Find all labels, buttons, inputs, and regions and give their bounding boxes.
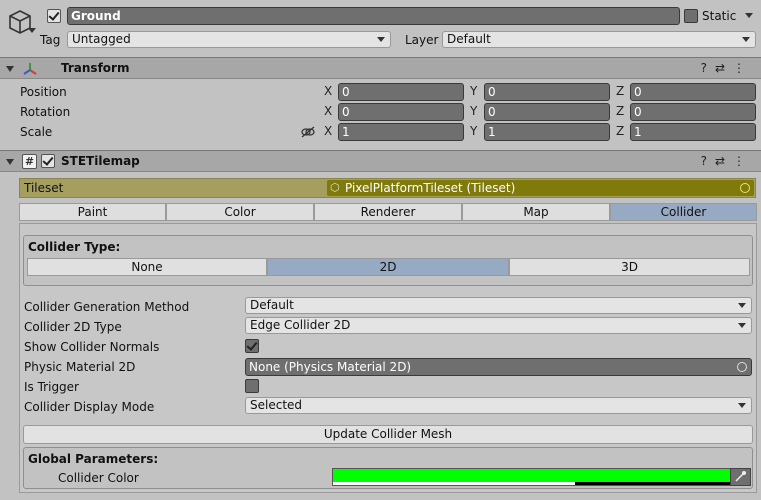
axis-z-label: Z [616, 84, 625, 98]
foldout-arrow-icon[interactable] [6, 66, 14, 72]
rotation-z-field[interactable]: 0 [630, 103, 756, 121]
tab-renderer[interactable]: Renderer [314, 203, 462, 221]
static-toggle[interactable] [684, 9, 698, 23]
layer-dropdown[interactable]: Default [442, 31, 756, 48]
help-icon[interactable]: ? [701, 61, 715, 75]
tab-color[interactable]: Color [166, 203, 314, 221]
position-x-field[interactable]: 0 [338, 83, 464, 101]
axis-x-label: X [324, 124, 333, 138]
alpha-bar-fill [333, 482, 575, 485]
help-icon[interactable]: ? [701, 154, 715, 168]
is-trigger-checkbox[interactable] [245, 379, 259, 393]
collider-color-label: Collider Color [58, 471, 139, 485]
collider-color-field[interactable] [332, 468, 751, 486]
transform-icon [23, 63, 37, 75]
axis-y-label: Y [470, 124, 478, 138]
position-z-field[interactable]: 0 [630, 83, 756, 101]
transform-header[interactable]: Transform ?⇄⋮ [0, 57, 761, 79]
collider-2d-type-label: Collider 2D Type [24, 320, 122, 334]
display-mode-label: Collider Display Mode [24, 400, 155, 414]
rotation-y-field[interactable]: 0 [484, 103, 610, 121]
object-name-field[interactable]: Ground [67, 7, 680, 25]
tileset-object-icon: ⬡ [330, 181, 340, 194]
display-mode-value: Selected [250, 398, 303, 412]
tab-collider[interactable]: Collider [610, 203, 757, 221]
collider-2d-type-dropdown[interactable]: Edge Collider 2D [245, 317, 752, 334]
position-label: Position [20, 85, 67, 99]
show-normals-label: Show Collider Normals [24, 340, 160, 354]
generation-method-label: Collider Generation Method [24, 300, 190, 314]
tab-paint[interactable]: Paint [19, 203, 166, 221]
rotation-label: Rotation [20, 105, 71, 119]
object-active-toggle[interactable] [47, 9, 61, 23]
chevron-down-icon[interactable] [28, 28, 36, 33]
tag-label: Tag [40, 33, 61, 47]
component-menu-icons[interactable]: ?⇄⋮ [701, 61, 753, 75]
axis-z-label: Z [616, 104, 625, 118]
transform-body: Position X 0 Y 0 Z 0 Rotation X 0 Y 0 Z … [0, 79, 761, 150]
collider-type-none[interactable]: None [27, 258, 267, 276]
show-normals-checkbox[interactable] [245, 339, 259, 353]
axis-x-label: X [324, 104, 333, 118]
collider-type-2d[interactable]: 2D [267, 258, 509, 276]
tag-value: Untagged [72, 32, 131, 46]
component-enabled-toggle[interactable] [41, 154, 55, 168]
tileset-value: PixelPlatformTileset (Tileset) [345, 181, 516, 195]
collider-type-3d[interactable]: 3D [509, 258, 750, 276]
component-menu-icons[interactable]: ?⇄⋮ [701, 154, 753, 168]
scale-y-field[interactable]: 1 [484, 123, 610, 141]
position-y-field[interactable]: 0 [484, 83, 610, 101]
tab-map[interactable]: Map [462, 203, 610, 221]
axis-y-label: Y [470, 104, 478, 118]
eyedropper-icon[interactable] [730, 468, 751, 486]
transform-title: Transform [61, 61, 130, 75]
rotation-x-field[interactable]: 0 [338, 103, 464, 121]
tileset-row: Tileset ⬡ PixelPlatformTileset (Tileset) [19, 178, 756, 198]
gameobject-header: Ground Static Tag Untagged Layer Default [0, 0, 761, 57]
layer-label: Layer [405, 33, 439, 47]
axis-y-label: Y [470, 84, 478, 98]
update-collider-mesh-button[interactable]: Update Collider Mesh [23, 425, 753, 444]
physics-material-field[interactable]: None (Physics Material 2D) [245, 358, 752, 376]
axis-x-label: X [324, 84, 333, 98]
tileset-field[interactable]: ⬡ PixelPlatformTileset (Tileset) [327, 180, 754, 196]
static-dropdown-arrow[interactable] [745, 13, 753, 18]
tag-dropdown[interactable]: Untagged [67, 31, 391, 48]
static-label: Static [702, 9, 737, 23]
scale-z-field[interactable]: 1 [630, 123, 756, 141]
scale-label: Scale [20, 125, 53, 139]
script-icon: # [22, 154, 37, 169]
stetilemap-header[interactable]: # STETilemap ?⇄⋮ [0, 150, 761, 172]
physics-material-value: None (Physics Material 2D) [249, 360, 412, 374]
collider-type-label: Collider Type: [28, 240, 121, 254]
scale-x-field[interactable]: 1 [338, 123, 464, 141]
axis-z-label: Z [616, 124, 625, 138]
constrain-proportions-icon[interactable] [301, 125, 315, 139]
physics-material-label: Physic Material 2D [24, 360, 136, 374]
display-mode-dropdown[interactable]: Selected [245, 397, 752, 414]
tileset-label: Tileset [24, 181, 64, 195]
global-parameters-label: Global Parameters: [28, 452, 159, 466]
is-trigger-label: Is Trigger [24, 380, 79, 394]
stetilemap-title: STETilemap [61, 154, 140, 168]
kebab-menu-icon[interactable]: ⋮ [733, 61, 753, 75]
generation-method-dropdown[interactable]: Default [245, 297, 752, 314]
presets-icon[interactable]: ⇄ [715, 61, 733, 75]
presets-icon[interactable]: ⇄ [715, 154, 733, 168]
global-parameters-box: Global Parameters: Collider Color [23, 447, 753, 489]
object-picker-icon[interactable] [740, 183, 750, 193]
generation-method-value: Default [250, 298, 294, 312]
object-picker-icon[interactable] [737, 362, 747, 372]
layer-value: Default [447, 32, 491, 46]
foldout-arrow-icon[interactable] [6, 159, 14, 165]
collider-2d-type-value: Edge Collider 2D [250, 318, 351, 332]
kebab-menu-icon[interactable]: ⋮ [733, 154, 753, 168]
